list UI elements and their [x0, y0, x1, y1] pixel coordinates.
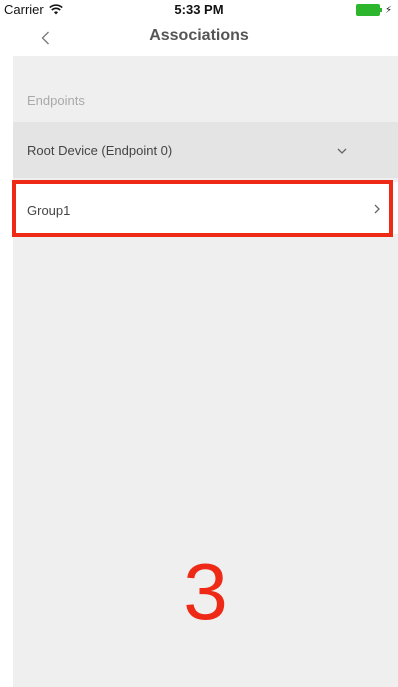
endpoints-section-header: Endpoints — [27, 93, 85, 108]
group-label: Group1 — [27, 203, 71, 218]
list-item-group1[interactable]: Group1 — [13, 182, 398, 234]
endpoint-selector[interactable]: Root Device (Endpoint 0) — [13, 122, 398, 178]
status-right: ⚡ — [355, 4, 392, 16]
navigation-bar: Associations — [0, 22, 398, 56]
battery-icon — [355, 4, 382, 16]
endpoint-selector-value: Root Device (Endpoint 0) — [27, 143, 173, 158]
chevron-right-icon — [374, 204, 380, 214]
charging-bolt-icon: ⚡ — [384, 4, 392, 16]
chevron-down-icon — [337, 148, 347, 154]
step-number-annotation: 3 — [183, 547, 228, 636]
status-bar: Carrier 5:33 PM ⚡ — [0, 0, 398, 22]
page-title: Associations — [149, 27, 249, 44]
status-time: 5:33 PM — [174, 2, 224, 17]
